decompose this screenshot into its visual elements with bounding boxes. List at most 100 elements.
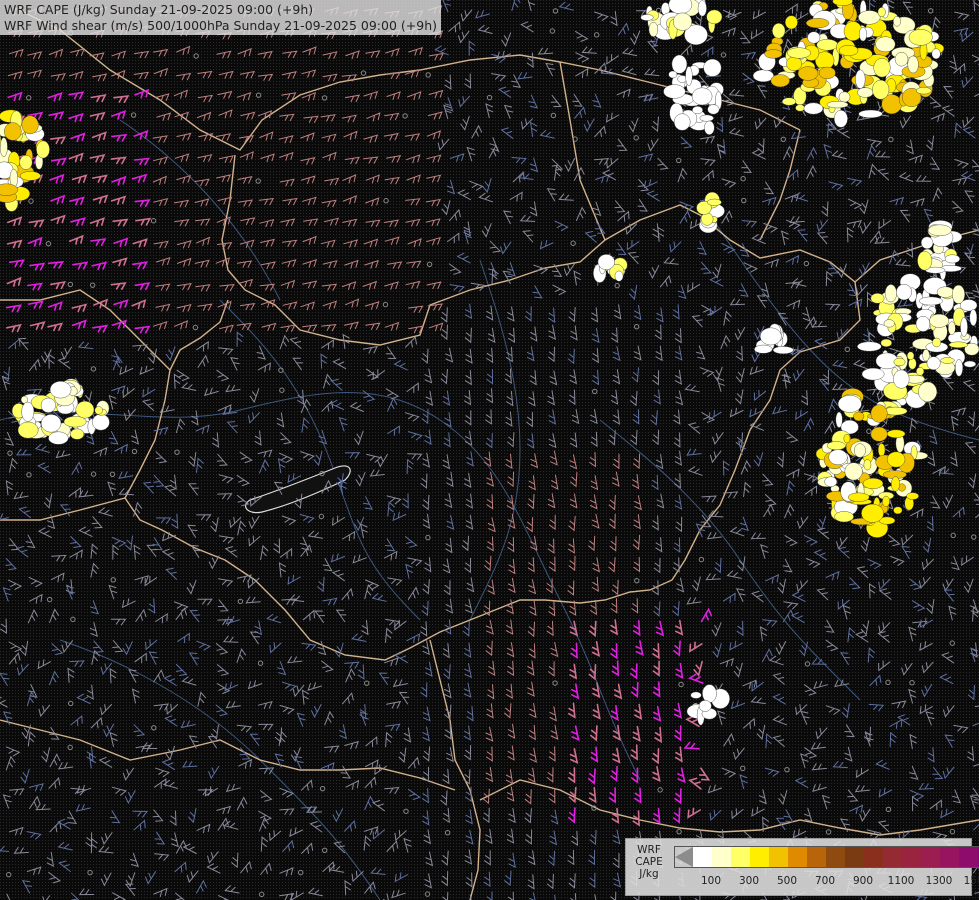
cape-cell: [752, 69, 774, 83]
legend-swatch: [807, 847, 826, 867]
cape-cell: [919, 296, 943, 306]
cape-cell: [36, 140, 50, 159]
cape-cell: [855, 69, 866, 89]
cape-cell: [857, 341, 882, 352]
cape-cell: [48, 431, 69, 445]
cape-cell: [960, 317, 968, 337]
cape-cell: [944, 254, 961, 264]
cape-cell: [663, 84, 686, 99]
legend-tick: 700: [814, 875, 836, 887]
cape-cell: [834, 110, 848, 128]
cape-cell: [805, 18, 830, 29]
cape-cell: [614, 270, 624, 282]
cape-legend: WRF CAPE J/kg 100 300 500 700 900 1100 1300 150…: [625, 838, 979, 896]
map-title-cape: WRF CAPE (J/kg) Sunday 21-09-2025 09:00 …: [4, 2, 314, 17]
cape-cell: [916, 87, 932, 95]
cape-cell: [843, 21, 863, 41]
cape-cell: [826, 441, 846, 451]
cape-cell: [760, 327, 782, 346]
legend-swatch: [864, 847, 883, 867]
cape-cell: [838, 45, 859, 57]
cape-cell: [692, 106, 703, 115]
cape-cell: [948, 341, 968, 348]
weather-map: WRF CAPE (J/kg) Sunday 21-09-2025 09:00 …: [0, 0, 979, 900]
cape-cell: [928, 224, 952, 237]
cape-cell: [707, 198, 722, 206]
cape-cell: [906, 492, 919, 500]
legend-swatch: [712, 847, 731, 867]
cape-shear-map-canvas: [0, 0, 979, 900]
cape-cell: [787, 47, 811, 59]
cape-cell: [920, 236, 934, 250]
legend-label: WRF CAPE J/kg: [630, 844, 668, 880]
cape-cell: [702, 684, 717, 703]
cape-cell: [828, 449, 848, 466]
cape-cell: [906, 351, 915, 360]
cape-cell: [21, 401, 35, 422]
legend-tick: 1300: [925, 875, 953, 887]
legend-swatch: [788, 847, 807, 867]
legend-color-scale: [674, 846, 979, 868]
cape-cell: [75, 401, 95, 419]
cape-cell: [772, 346, 794, 354]
cape-cell: [963, 360, 977, 368]
legend-swatch: [769, 847, 788, 867]
cape-cell: [952, 284, 966, 304]
cape-cell: [92, 414, 110, 431]
cape-cell: [0, 137, 8, 157]
legend-swatch: [940, 847, 959, 867]
cape-cell: [21, 115, 39, 135]
legend-swatch: [921, 847, 940, 867]
cape-cell: [699, 114, 714, 122]
legend-swatch: [693, 847, 712, 867]
cape-cell: [886, 451, 906, 468]
cape-cell: [843, 434, 851, 444]
legend-label-unit: J/kg: [639, 868, 659, 880]
cape-cell: [915, 315, 931, 332]
cape-cell: [893, 16, 901, 27]
cape-cell: [671, 54, 688, 74]
legend-swatch: [883, 847, 902, 867]
legend-swatch: [731, 847, 750, 867]
cape-cell: [698, 700, 712, 712]
legend-tick: 100: [700, 875, 722, 887]
cape-cell: [894, 52, 909, 67]
cape-cell: [17, 421, 39, 439]
cape-cell: [873, 58, 891, 78]
map-title-box: WRF CAPE (J/kg) Sunday 21-09-2025 09:00 …: [0, 0, 441, 35]
cape-cell: [859, 27, 868, 42]
cape-cell: [691, 87, 713, 106]
cape-cell: [882, 495, 890, 507]
cape-cell: [826, 100, 849, 109]
cape-cell: [704, 120, 715, 135]
cape-cell: [837, 395, 862, 413]
cape-cell: [785, 15, 798, 30]
cape-cell: [877, 7, 886, 18]
cape-cell: [640, 14, 654, 21]
cape-cell: [49, 381, 72, 399]
cape-cell: [940, 357, 955, 364]
legend-swatch: [959, 847, 978, 867]
cape-cell: [795, 104, 805, 112]
cape-cell: [922, 349, 930, 362]
cape-cell: [932, 337, 941, 348]
cape-cell: [880, 338, 892, 347]
cape-cell: [870, 404, 888, 423]
cape-cell: [690, 691, 702, 699]
cape-cell: [4, 122, 22, 141]
legend-tick: 1100: [887, 875, 915, 887]
cape-cell: [917, 251, 933, 271]
cape-cell: [886, 429, 906, 438]
legend-label-field: CAPE: [635, 856, 663, 868]
cape-cell: [857, 87, 874, 98]
cape-cell: [20, 171, 41, 181]
cape-cell: [797, 66, 819, 81]
cape-cell: [70, 428, 85, 440]
cape-cell: [40, 414, 62, 433]
cape-cell: [844, 462, 863, 481]
legend-label-model: WRF: [637, 844, 661, 856]
cape-cell: [697, 0, 707, 17]
cape-cell: [834, 511, 854, 523]
cape-cell: [896, 284, 912, 301]
legend-swatch: [902, 847, 921, 867]
